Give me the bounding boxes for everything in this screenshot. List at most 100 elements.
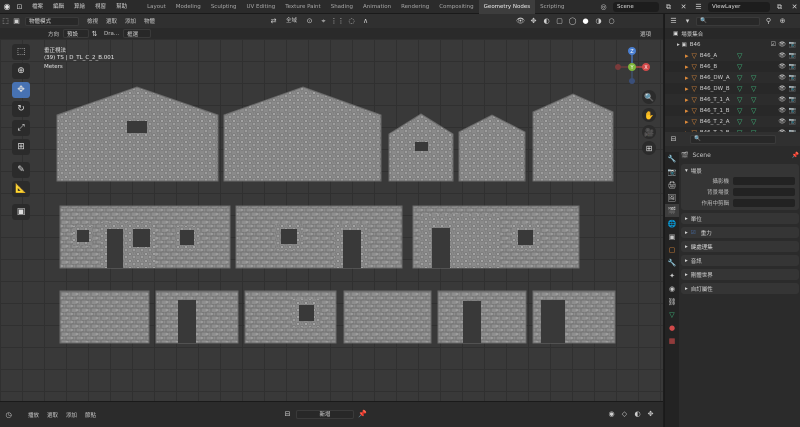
workspace-tab[interactable]: Sculpting	[206, 0, 242, 14]
wall-segment-1[interactable]	[59, 290, 150, 344]
collapsed-panel[interactable]: ▸ 單位	[681, 213, 799, 224]
eye-icon[interactable]: 👁	[778, 63, 786, 70]
workspace-tab[interactable]: Modeling	[171, 0, 206, 14]
eye-icon[interactable]: 👁	[778, 85, 786, 92]
mode-dropdown[interactable]: 物體模式	[25, 16, 79, 26]
mesh-data-icon[interactable]: ▽	[737, 63, 742, 71]
options-dropdown[interactable]: 選項	[636, 30, 655, 38]
timeline-menu-item[interactable]: 播放	[24, 411, 43, 419]
workspace-tab[interactable]: UV Editing	[242, 0, 281, 14]
gizmo-toggle-icon[interactable]: ✥	[528, 16, 539, 26]
properties-editor-icon[interactable]: ⊟	[668, 134, 679, 144]
snap-settings-icon[interactable]: ⋮⋮	[331, 16, 345, 26]
camera-icon[interactable]: 📷	[789, 118, 796, 125]
outliner-collection[interactable]: ▸ ▣ B46 ☑ 👁 📷	[665, 39, 800, 50]
falloff-icon[interactable]: ∧	[360, 16, 371, 26]
close-layer-icon[interactable]: ✕	[789, 2, 800, 12]
outliner-item[interactable]: ▸ ▽ B46_T_1_A ▽ ▽ 👁 📷	[665, 94, 800, 105]
axis-icon[interactable]: ⇅	[89, 29, 100, 39]
shading-material-icon[interactable]: ◑	[593, 16, 604, 26]
expand-arrow-icon[interactable]: ▸	[685, 74, 689, 82]
top-menu-item[interactable]: 檔案	[27, 0, 48, 14]
view-layer-selector[interactable]: ViewLayer	[708, 2, 770, 12]
wall-b46-dw-c[interactable]	[412, 205, 580, 269]
copy-icon[interactable]: ⧉	[663, 2, 674, 12]
collection-eye-icon[interactable]: 👁	[778, 41, 786, 48]
eye-icon[interactable]: 👁	[778, 52, 786, 59]
outliner-item[interactable]: ▸ ▽ B46_T_1_B ▽ ▽ 👁 📷	[665, 105, 800, 116]
outliner-root[interactable]: ▣ 場景集合	[665, 28, 800, 39]
pin-properties-icon[interactable]: 📌	[792, 152, 799, 159]
workspace-tab[interactable]: Rendering	[396, 0, 434, 14]
workspace-tab[interactable]: Shading	[326, 0, 358, 14]
viewport-menu-item[interactable]: 添加	[121, 17, 140, 25]
timeline-menu-item[interactable]: 添加	[62, 411, 81, 419]
modifier-data-icon[interactable]: ▽	[751, 85, 756, 93]
render-tab-icon[interactable]: 📷	[665, 165, 679, 178]
workspace-tab[interactable]: Texture Paint	[280, 0, 326, 14]
mesh-data-icon[interactable]: ▽	[737, 118, 742, 126]
snap-icon[interactable]: ⌖	[318, 16, 329, 26]
mesh-data-icon[interactable]: ▽	[737, 85, 742, 93]
top-menu-item[interactable]: 幫助	[111, 0, 132, 14]
camera-icon[interactable]: 📷	[789, 107, 796, 114]
camera-icon[interactable]: 📷	[789, 96, 796, 103]
scene-icon[interactable]: ◎	[598, 2, 609, 12]
camera-icon[interactable]: 📷	[789, 52, 796, 59]
viewport-menu-item[interactable]: 檢視	[83, 17, 102, 25]
collapsed-panel[interactable]: ▸ 鍵處理集	[681, 241, 799, 252]
new-button[interactable]: 新增	[296, 409, 354, 419]
pin-icon[interactable]: 📌	[357, 409, 368, 419]
drag-dropdown[interactable]: 框選	[123, 29, 152, 38]
shading-wireframe-icon[interactable]: ◯	[567, 16, 578, 26]
layers-icon[interactable]: ☰	[693, 2, 704, 12]
timeline-menu-item[interactable]: 節點	[81, 411, 100, 419]
collection-camera-icon[interactable]: 📷	[789, 41, 796, 48]
eye-icon[interactable]: 👁	[778, 107, 786, 114]
viewport-editor-icon[interactable]: ⬚	[0, 16, 11, 26]
collapsed-panel[interactable]: ▸ 音訊	[681, 255, 799, 266]
wall-b46-dw-b[interactable]	[235, 205, 403, 269]
copy-layer-icon[interactable]: ⧉	[774, 2, 785, 12]
wall-b46-b[interactable]	[223, 86, 382, 182]
outliner-item[interactable]: ▸ ▽ B46_B ▽ 👁 📷	[665, 61, 800, 72]
new-collection-icon[interactable]: ⊕	[777, 16, 788, 26]
wall-segment-4[interactable]	[343, 290, 432, 344]
workspace-tab[interactable]: Geometry Nodes	[478, 0, 536, 14]
wall-segment-5[interactable]	[437, 290, 527, 344]
top-menu-item[interactable]: 算繪	[69, 0, 90, 14]
mesh-data-icon[interactable]: ▽	[737, 74, 742, 82]
outliner-search-input[interactable]: 🔍	[696, 16, 760, 26]
gravity-checkbox-icon[interactable]: ☑	[691, 230, 696, 236]
view-layer-tab-icon[interactable]: 🖼	[665, 191, 679, 204]
camera-input[interactable]	[733, 176, 795, 185]
visibility-icon[interactable]: 👁	[515, 16, 526, 26]
scene-selector[interactable]: Scene	[613, 2, 659, 12]
filter-view-icon[interactable]: ▾	[682, 16, 693, 26]
orientation-icon[interactable]: ⇄	[268, 16, 279, 26]
gizmo-icon[interactable]: ✥	[645, 409, 656, 419]
outliner-editor-icon[interactable]: ☰	[668, 16, 679, 26]
camera-icon[interactable]: 📷	[789, 85, 796, 92]
mesh-data-icon[interactable]: ▽	[737, 107, 742, 115]
workspace-tab[interactable]: Layout	[142, 0, 171, 14]
tool-tab-icon[interactable]: 🔧	[665, 152, 679, 165]
wall-b46-t2-a[interactable]	[532, 93, 614, 182]
wall-segment-3[interactable]	[244, 290, 337, 344]
collection-checkbox-icon[interactable]: ☑	[771, 41, 776, 48]
xray-icon[interactable]: ▢	[554, 16, 565, 26]
modifier-data-icon[interactable]: ▽	[751, 118, 756, 126]
blender-logo-icon[interactable]: ◉	[0, 0, 14, 14]
camera-icon[interactable]: 📷	[789, 74, 796, 81]
active-clip-input[interactable]	[733, 198, 795, 207]
node-tree-icon[interactable]: ⊟	[282, 409, 293, 419]
wall-segment-2[interactable]	[155, 290, 239, 344]
filter-icon[interactable]: ⚲	[763, 16, 774, 26]
shading-rendered-icon[interactable]: ○	[606, 16, 617, 26]
collection-tab-icon[interactable]: ▣	[665, 230, 679, 243]
object-tab-icon[interactable]: ▢	[665, 243, 679, 256]
keyframe-icon[interactable]: ◇	[619, 409, 630, 419]
camera-icon[interactable]: 📷	[789, 63, 796, 70]
modifier-data-icon[interactable]: ▽	[751, 107, 756, 115]
overlay-icon[interactable]: ◐	[632, 409, 643, 419]
